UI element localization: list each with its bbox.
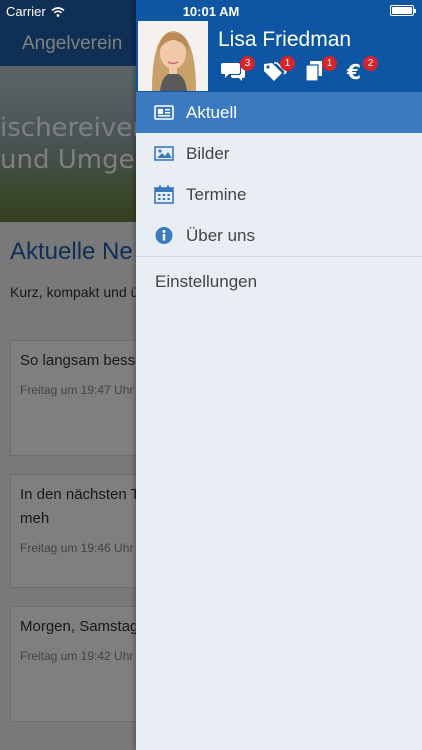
euro-badge: 2: [363, 56, 378, 71]
menu-item-label: Bilder: [186, 144, 230, 163]
menu-item-aktuell[interactable]: Aktuell: [136, 92, 422, 133]
messages-badge: 3: [240, 56, 255, 71]
menu-item-label: Aktuell: [186, 103, 238, 122]
menu-item-termine[interactable]: Termine: [136, 174, 422, 215]
svg-text:€: €: [346, 60, 361, 82]
menu-item-label: Einstellungen: [155, 272, 258, 291]
image-icon: [154, 144, 174, 163]
menu-item-einstellungen[interactable]: Einstellungen: [136, 257, 422, 305]
user-name[interactable]: Lisa Friedman: [218, 28, 351, 52]
menu-item-label: Termine: [186, 185, 247, 204]
tags-badge: 1: [280, 56, 295, 71]
menu-item-label: Über uns: [186, 226, 255, 245]
status-time: 10:01 AM: [182, 4, 240, 19]
documents-badge: 1: [322, 56, 337, 71]
battery-icon: [390, 5, 416, 16]
newspaper-icon: [154, 103, 174, 122]
documents-icon[interactable]: 1: [303, 56, 337, 82]
messages-icon[interactable]: 3: [221, 56, 255, 82]
menu-item-ueber-uns[interactable]: Über uns: [136, 215, 422, 256]
navigation-drawer: Lisa Friedman 3 1 1 € 2 Aktuell Bilder T…: [136, 0, 422, 750]
avatar[interactable]: [138, 21, 208, 91]
euro-icon[interactable]: € 2: [344, 56, 378, 84]
drawer-menu: Aktuell Bilder Termine Über uns Einstell…: [136, 92, 422, 305]
tags-icon[interactable]: 1: [261, 56, 295, 82]
status-bar: Carrier 10:01 AM: [0, 0, 422, 22]
calendar-icon: [154, 185, 174, 204]
info-icon: [154, 226, 174, 245]
menu-item-bilder[interactable]: Bilder: [136, 133, 422, 174]
